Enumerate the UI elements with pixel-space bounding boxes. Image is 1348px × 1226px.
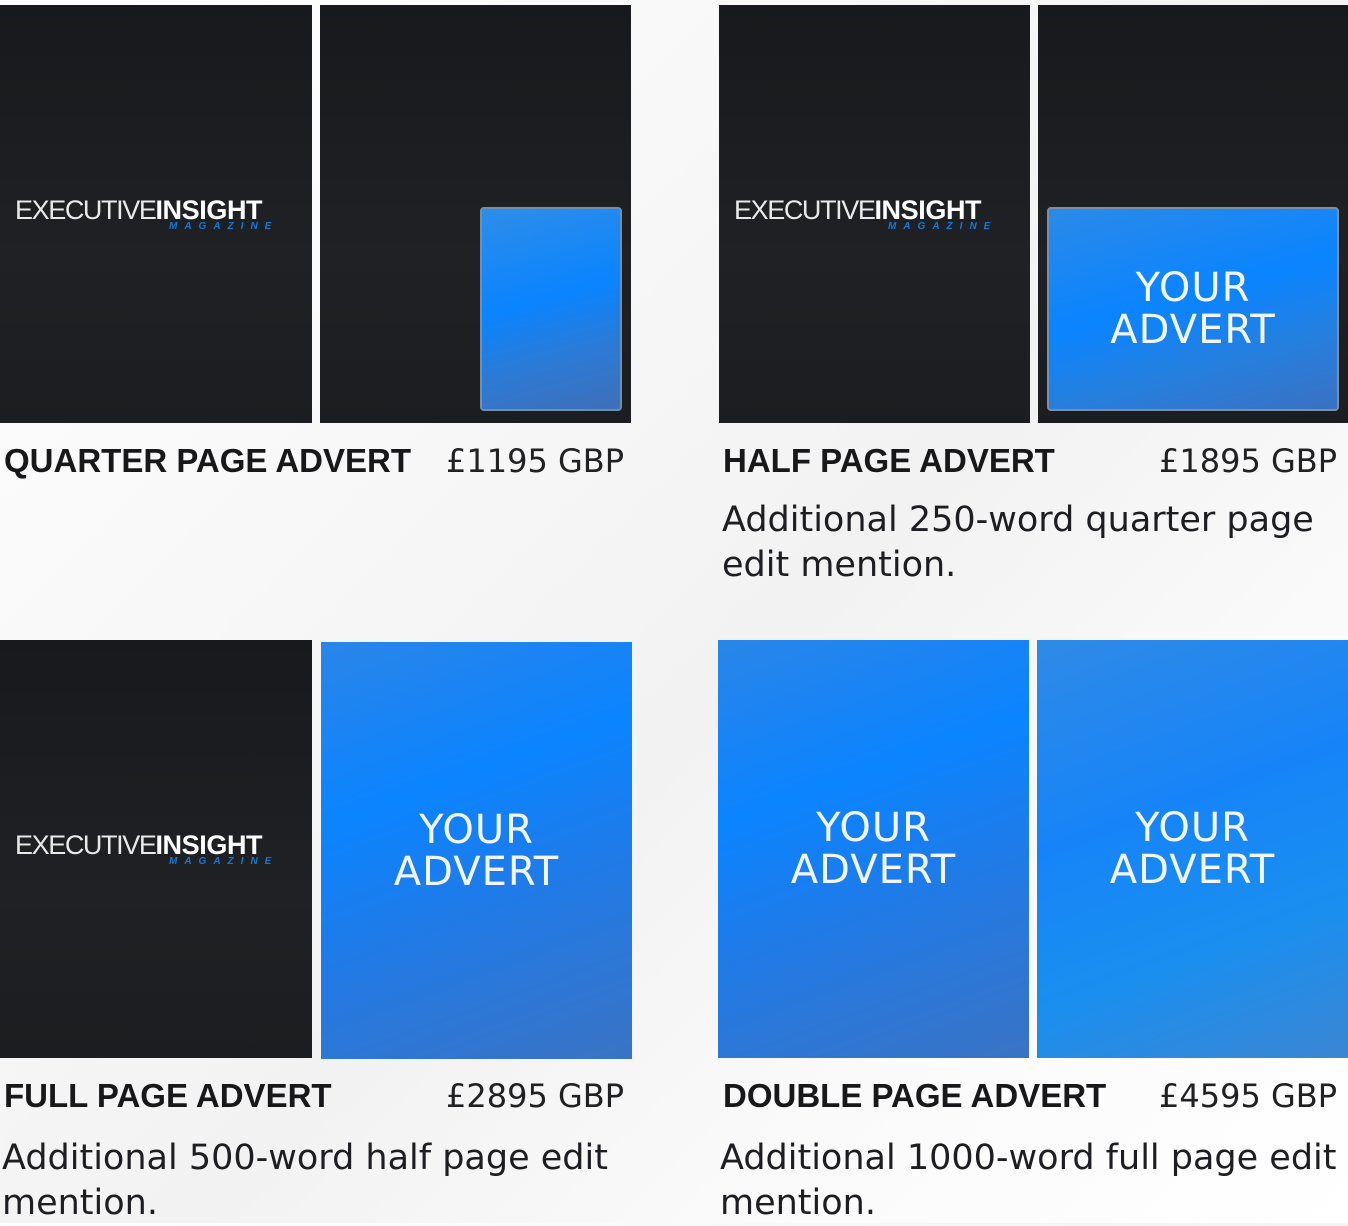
advert-placeholder-line-2: ADVERT bbox=[1110, 307, 1276, 353]
logo-word-executive: EXECUTIVE bbox=[15, 830, 157, 860]
quarter-advert-slot bbox=[480, 207, 622, 411]
full-magazine-left-page: EXECUTIVEINSIGHT MAGAZINE bbox=[0, 640, 312, 1058]
advert-placeholder-line-1: YOUR bbox=[1135, 265, 1251, 311]
advert-placeholder-line-2: ADVERT bbox=[1109, 847, 1276, 893]
full-advert-page: YOUR ADVERT bbox=[321, 642, 632, 1059]
advert-placeholder-line-2: ADVERT bbox=[393, 848, 560, 895]
double-advert-right-page: YOUR ADVERT bbox=[1037, 640, 1348, 1058]
full-package-description: Additional 500-word half page edit menti… bbox=[2, 1138, 608, 1223]
logo-subtitle-magazine: MAGAZINE bbox=[169, 221, 279, 232]
logo-subtitle-magazine: MAGAZINE bbox=[169, 856, 279, 867]
double-package-price: £4595 GBP bbox=[1159, 1077, 1338, 1115]
quarter-package-price: £1195 GBP bbox=[446, 442, 625, 480]
full-package-title: FULL PAGE ADVERT bbox=[4, 1077, 332, 1114]
half-package-description: Additional 250-word quarter page edit me… bbox=[722, 500, 1314, 585]
half-package-price: £1895 GBP bbox=[1159, 442, 1338, 480]
logo-word-executive: EXECUTIVE bbox=[734, 195, 876, 225]
quarter-package-title: QUARTER PAGE ADVERT bbox=[4, 442, 412, 479]
double-package-description: Additional 1000-word full page edit ment… bbox=[720, 1138, 1337, 1223]
half-package-title: HALF PAGE ADVERT bbox=[723, 442, 1055, 479]
advert-placeholder-line-2: ADVERT bbox=[790, 847, 957, 893]
double-package-title: DOUBLE PAGE ADVERT bbox=[723, 1077, 1107, 1114]
full-package-price: £2895 GBP bbox=[446, 1077, 625, 1115]
half-magazine-right-page: YOUR ADVERT bbox=[1038, 5, 1348, 423]
executive-insight-logo: EXECUTIVEINSIGHT MAGAZINE bbox=[15, 829, 300, 879]
half-advert-slot: YOUR ADVERT bbox=[1047, 207, 1339, 411]
executive-insight-logo: EXECUTIVEINSIGHT MAGAZINE bbox=[15, 194, 300, 244]
half-magazine-left-page: EXECUTIVEINSIGHT MAGAZINE bbox=[719, 5, 1030, 423]
executive-insight-logo: EXECUTIVEINSIGHT MAGAZINE bbox=[734, 194, 1019, 244]
quarter-magazine-left-page: EXECUTIVEINSIGHT MAGAZINE bbox=[0, 5, 312, 423]
advert-placeholder-line-1: YOUR bbox=[1135, 805, 1250, 851]
quarter-magazine-right-page bbox=[320, 5, 631, 423]
double-advert-left-page: YOUR ADVERT bbox=[718, 640, 1029, 1058]
advert-placeholder-line-1: YOUR bbox=[419, 806, 534, 853]
logo-subtitle-magazine: MAGAZINE bbox=[888, 221, 998, 232]
logo-word-executive: EXECUTIVE bbox=[15, 195, 157, 225]
advert-placeholder-line-1: YOUR bbox=[816, 805, 931, 851]
